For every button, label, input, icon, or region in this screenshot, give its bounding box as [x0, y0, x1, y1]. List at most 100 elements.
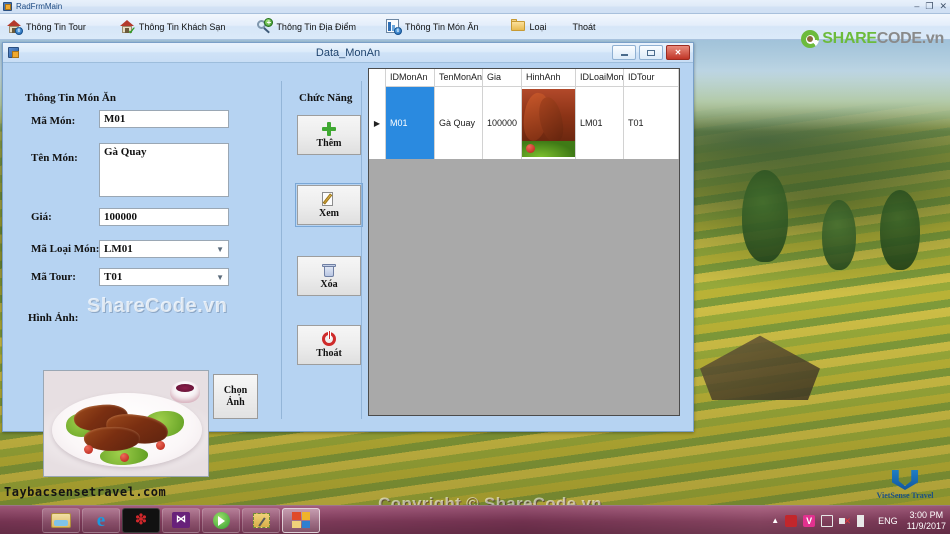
- chevron-down-icon[interactable]: ▼: [216, 273, 224, 282]
- input-gia[interactable]: 100000: [99, 208, 229, 226]
- wallpaper-tree-2: [880, 190, 920, 270]
- button-thoat-label: Thoát: [316, 348, 342, 359]
- chevron-up-icon[interactable]: ▲: [771, 516, 779, 525]
- cell-idloaimon[interactable]: LM01: [576, 87, 624, 159]
- cell-gia[interactable]: 100000: [483, 87, 522, 159]
- column-header-idtour[interactable]: IDTour: [624, 69, 679, 86]
- taskbar-app-red[interactable]: ❇: [122, 507, 160, 533]
- button-thoat[interactable]: Thoát: [297, 325, 361, 365]
- sharecode-brand: SHARECODE.vn: [801, 30, 944, 48]
- column-header-idloaimon[interactable]: IDLoaiMon: [576, 69, 624, 86]
- table-row[interactable]: ▶ M01 Gà Quay 100000 LM01 T01: [369, 87, 679, 159]
- input-ten-mon[interactable]: Gà Quay: [99, 143, 229, 197]
- clock-date: 11/9/2017: [906, 520, 946, 531]
- main-window-titlebar[interactable]: RadFrmMain – ❐ ✕: [0, 0, 950, 14]
- restore-icon[interactable]: ❐: [925, 1, 933, 11]
- button-xem-label: Xem: [319, 208, 339, 219]
- label-ma-tour: Mã Tour:: [31, 271, 76, 283]
- menu-item-thoat[interactable]: Thoát: [566, 15, 603, 39]
- edit-icon: [321, 191, 337, 207]
- label-ma-mon: Mã Món:: [31, 115, 76, 127]
- tray-language[interactable]: ENG: [878, 516, 898, 526]
- vietsense-logo-text: VietSense Travel: [876, 491, 934, 500]
- button-them[interactable]: Thêm: [297, 115, 361, 155]
- select-ma-tour[interactable]: T01 ▼: [99, 268, 229, 286]
- house-info-icon: i: [7, 19, 23, 35]
- tomato-3: [156, 441, 165, 450]
- label-ten-mon: Tên Món:: [31, 152, 78, 164]
- running-app-icon: [292, 512, 310, 528]
- shield-red-icon[interactable]: [785, 514, 798, 527]
- taskbar-visual-studio[interactable]: ⋈: [162, 507, 200, 533]
- menu-item-loai[interactable]: Loại: [504, 15, 554, 39]
- child-minimize-button[interactable]: [612, 45, 636, 60]
- folder-icon: [510, 19, 526, 34]
- column-header-tenmonan[interactable]: TenMonAn: [435, 69, 483, 86]
- system-tray[interactable]: ▲ V ✕ ENG 3:00 PM 11/9/2017: [771, 506, 946, 534]
- input-ma-mon[interactable]: M01: [99, 110, 229, 128]
- taskbar-tools[interactable]: [242, 507, 280, 533]
- row-header-corner: [369, 69, 386, 87]
- child-window-controls[interactable]: ✕: [612, 45, 690, 60]
- taskbar[interactable]: e ❇ ⋈ ▲ V ✕ ENG 3:00 PM 11/9/2017: [0, 505, 950, 534]
- cell-idmonan[interactable]: M01: [386, 87, 435, 159]
- child-maximize-button[interactable]: [639, 45, 663, 60]
- main-window-controls[interactable]: – ❐ ✕: [914, 1, 947, 11]
- label-hinh-anh: Hình Ảnh:: [28, 312, 79, 324]
- data-grid[interactable]: IDMonAn TenMonAn Gia HinhAnh IDLoaiMon I…: [368, 68, 680, 416]
- child-close-button[interactable]: ✕: [666, 45, 690, 60]
- menu-item-thong-tin-tour[interactable]: i Thông Tin Tour: [0, 15, 93, 39]
- cell-hinhanh[interactable]: [522, 87, 576, 159]
- menu-item-label: Thoát: [572, 21, 596, 32]
- internet-explorer-icon: e: [96, 509, 106, 531]
- menu-item-label: Thông Tin Tour: [26, 21, 86, 32]
- minimize-icon[interactable]: –: [914, 1, 919, 11]
- taskbar-internet-explorer[interactable]: e: [82, 507, 120, 533]
- power-icon: [321, 331, 337, 347]
- start-button[interactable]: [0, 506, 40, 534]
- menu-item-thong-tin-khach-san[interactable]: ✓ Thông Tin Khách Sạn: [113, 15, 233, 39]
- image-preview[interactable]: [43, 370, 209, 477]
- menu-item-label: Thông Tin Địa Điểm: [276, 21, 356, 32]
- menu-item-label: Loại: [529, 21, 547, 32]
- plus-icon: [321, 121, 337, 137]
- brand-green-text: SHARE: [822, 30, 877, 47]
- row-selector[interactable]: ▶: [369, 87, 386, 159]
- cell-tenmonan[interactable]: Gà Quay: [435, 87, 483, 159]
- wallpaper-tree-1: [742, 170, 788, 262]
- chevron-down-icon[interactable]: ▼: [216, 245, 224, 254]
- menu-item-thong-tin-dia-diem[interactable]: + Thông Tin Địa Điểm: [250, 15, 363, 39]
- data-grid-header: IDMonAn TenMonAn Gia HinhAnh IDLoaiMon I…: [369, 69, 679, 87]
- column-header-gia[interactable]: Gia: [483, 69, 522, 86]
- brand-gray-text: CODE.vn: [876, 30, 945, 47]
- taskbar-media-player[interactable]: [202, 507, 240, 533]
- desktop-root: Taybacsensetravel.com VietSense Travel R…: [0, 0, 950, 534]
- wallpaper-tree-3: [822, 200, 856, 270]
- menu-item-label: Thông Tin Món Ăn: [404, 21, 479, 32]
- taskbar-clock[interactable]: 3:00 PM 11/9/2017: [907, 510, 946, 532]
- sharecode-wordmark: SHARECODE.vn: [822, 30, 944, 48]
- button-xem[interactable]: Xem: [295, 183, 363, 227]
- v-icon[interactable]: V: [803, 514, 816, 527]
- vietsense-logo: VietSense Travel: [866, 470, 944, 502]
- windows-form-icon: [3, 2, 12, 11]
- child-window-titlebar[interactable]: Data_MonAn ✕: [3, 43, 693, 63]
- tools-icon: [252, 512, 270, 528]
- speaker-muted-icon[interactable]: ✕: [839, 515, 851, 527]
- flag-icon[interactable]: [857, 514, 870, 527]
- cell-idtour[interactable]: T01: [624, 87, 679, 159]
- close-icon[interactable]: ✕: [939, 1, 947, 11]
- button-xoa[interactable]: Xóa: [297, 256, 361, 296]
- taskbar-file-explorer[interactable]: [42, 507, 80, 533]
- main-window-title: RadFrmMain: [16, 2, 63, 11]
- media-player-icon: [212, 511, 230, 529]
- visual-studio-icon: ⋈: [172, 512, 190, 528]
- menu-item-thong-tin-mon-an[interactable]: i Thông Tin Món Ăn: [379, 15, 486, 39]
- choose-image-button[interactable]: Chọn Ảnh: [213, 374, 258, 419]
- select-ma-loai-mon[interactable]: LM01 ▼: [99, 240, 229, 258]
- taskbar-running-app[interactable]: [282, 507, 320, 533]
- column-header-hinhanh[interactable]: HinhAnh: [522, 69, 576, 86]
- menu-strip[interactable]: i Thông Tin Tour ✓ Thông Tin Khách Sạn +…: [0, 14, 950, 48]
- column-header-idmonan[interactable]: IDMonAn: [386, 69, 435, 86]
- network-icon[interactable]: [821, 514, 834, 527]
